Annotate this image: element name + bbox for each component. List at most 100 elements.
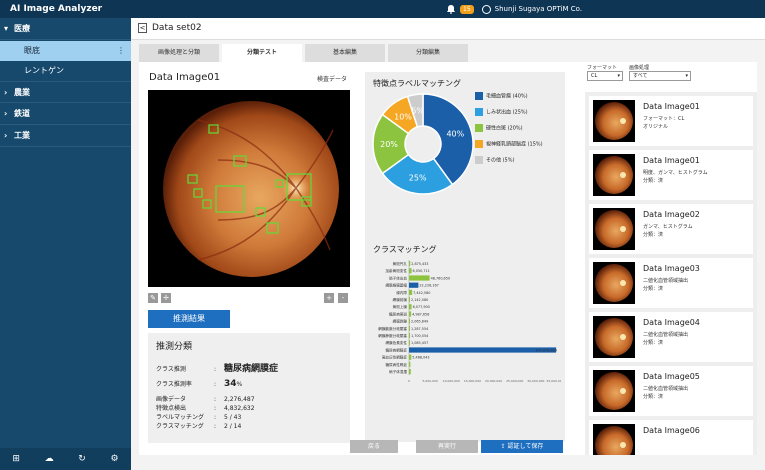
list-item-status: 分類：済 — [643, 232, 664, 238]
list-item[interactable]: Data Image01 フォーマット：CL オリジナル — [589, 96, 753, 146]
sidebar-item-fundus[interactable]: 眼底 ⋮ — [0, 41, 131, 61]
row-feature-detect: 特徴点検出:4,832,632 — [156, 405, 255, 412]
bar-value-label: 347,876,659 — [535, 348, 557, 352]
list-item-status: オリジナル — [643, 124, 669, 130]
x-tick-label: 25,000,000 — [506, 379, 523, 383]
tab-classification-test[interactable]: 分類テスト — [222, 44, 302, 62]
sidebar-toolbar: ⊞ ☁ ↻ ⚙ — [0, 448, 131, 470]
legend-swatch — [475, 108, 483, 116]
list-item[interactable]: Data Image04 二値化血管領域抽出 分類：済 — [589, 312, 753, 362]
chevron-down-icon: ▾ — [685, 73, 688, 79]
back-action-button[interactable]: 戻る — [350, 440, 398, 453]
gear-icon[interactable]: ⚙ — [111, 454, 119, 464]
inference-result-button[interactable]: 推測結果 — [148, 310, 230, 328]
bar-category-label: 網膜動脈分岐閉塞 — [378, 326, 407, 331]
tab-basic-edit[interactable]: 基本編集 — [305, 44, 385, 62]
image-list: Data Image01 フォーマット：CL オリジナル Data Image01 明度… — [585, 92, 757, 455]
tab-class-edit[interactable]: 分類編集 — [388, 44, 468, 62]
tab-bar: 画像処理と分類 分類テスト 基本編集 分類編集 — [139, 44, 468, 62]
x-tick-label: 5,000,000 — [423, 379, 438, 383]
bar — [409, 282, 419, 288]
user-icon[interactable] — [481, 4, 491, 14]
bar-value-label: 7,442,580 — [413, 291, 430, 295]
footer-actions: 戻る 再実行 ⇪ 認証して保存 — [131, 432, 765, 470]
bar-category-label: 網膜静脈分岐閉塞 — [378, 333, 407, 338]
bar-category-label: 硝子体出血 — [389, 275, 407, 280]
thumbnail — [593, 316, 635, 358]
row-class-match: クラスマッチング:2 / 14 — [156, 423, 242, 430]
bar-value-label: 22,226,167 — [419, 284, 438, 288]
inspect-data-link[interactable]: 検査データ — [317, 74, 347, 83]
bar-category-label: 緑内障 — [396, 290, 407, 295]
bar-category-label: 硝子体混濁 — [389, 369, 407, 374]
rerun-button[interactable]: 再実行 — [416, 440, 478, 453]
zoom-in-button[interactable]: + — [324, 293, 334, 303]
bar — [409, 325, 410, 331]
pie-slice-label: 10% — [394, 112, 412, 121]
chevron-down-icon: ▾ — [617, 73, 620, 79]
bar-category-label: 高血圧性網膜症 — [382, 355, 408, 360]
bar-chart: 黄斑円孔 2,875,433 加齢黄斑変性 6,050,711 硝子体出血 48,760,… — [378, 260, 561, 383]
sidebar-category-railway[interactable]: › 鉄道 — [0, 103, 131, 125]
move-icon[interactable]: ✛ — [161, 293, 171, 303]
image-toolbar: ✎ ✛ + - — [148, 293, 350, 305]
inference-title: 推測分類 — [156, 342, 193, 352]
refresh-icon[interactable]: ↻ — [78, 454, 86, 464]
legend-item: 毛細血管瘤 (40%) — [475, 92, 528, 101]
upload-icon: ⇪ — [500, 443, 508, 450]
bar-value-label: 1,085,457 — [411, 341, 428, 345]
back-button[interactable]: < — [138, 23, 147, 33]
bar — [409, 304, 412, 310]
legend-item: しみ状出血 (25%) — [475, 108, 528, 117]
user-name[interactable]: Shunji Sugaya OPTiM Co. — [495, 5, 582, 13]
x-tick-label: 0 — [408, 379, 410, 383]
tab-processing[interactable]: 画像処理と分類 — [139, 44, 219, 62]
bar — [409, 311, 412, 317]
list-item-detail: 二値化血管領域抽出 — [643, 278, 689, 284]
list-item-name: Data Image01 — [643, 156, 700, 165]
chevron-right-icon: › — [4, 88, 8, 97]
process-select[interactable]: すべて ▾ — [629, 71, 691, 81]
image-title: Data Image01 — [149, 72, 221, 83]
bar-value-label: 2,875,433 — [411, 262, 428, 266]
row-class-guess: クラス推測: 糖尿病網膜症 — [156, 364, 279, 374]
add-icon[interactable]: ⊞ — [12, 454, 20, 464]
bar-value-label: 1,700,554 — [411, 334, 428, 338]
pen-icon[interactable]: ✎ — [148, 293, 158, 303]
sidebar: ▾ 医療 眼底 ⋮ レントゲン › 農業 › 鉄道 › 工業 ⊞ ☁ ↻ ⚙ — [0, 18, 131, 470]
list-item-detail: 二値化血管領域抽出 — [643, 332, 689, 338]
x-tick-label: 35,000,000 — [546, 379, 561, 383]
format-filter-label: フォーマット — [587, 65, 618, 71]
list-item[interactable]: Data Image05 二値化血管領域抽出 分類：済 — [589, 366, 753, 416]
bar — [409, 354, 412, 360]
sidebar-category-industry[interactable]: › 工業 — [0, 125, 131, 147]
sidebar-category-medical[interactable]: ▾ 医療 — [0, 18, 131, 40]
charts-panel: 特徴点ラベルマッチング 40% 25% 20% 10% 5% 毛細血管瘤 (40%) し… — [365, 72, 565, 442]
legend-swatch — [475, 156, 483, 164]
format-select[interactable]: CL ▾ — [587, 71, 623, 81]
sidebar-item-xray[interactable]: レントゲン — [0, 61, 131, 81]
list-item[interactable]: Data Image01 明度、ガンマ、ヒストグラム 分類：済 — [589, 150, 753, 200]
list-item[interactable]: Data Image03 二値化血管領域抽出 分類：済 — [589, 258, 753, 308]
kebab-menu-icon[interactable]: ⋮ — [117, 41, 125, 61]
sidebar-category-agriculture[interactable]: › 農業 — [0, 81, 131, 103]
bar-value-label: 1,287,554 — [411, 327, 428, 331]
bell-icon[interactable] — [446, 4, 456, 14]
thumbnail — [593, 100, 635, 142]
list-item-name: Data Image02 — [643, 210, 700, 219]
process-filter-label: 画像処理 — [629, 65, 650, 71]
zoom-out-button[interactable]: - — [338, 293, 348, 303]
dataset-title: Data set02 — [152, 23, 202, 33]
bar-category-label: 黄斑上膜 — [393, 304, 408, 309]
cloud-upload-icon[interactable]: ☁ — [45, 454, 54, 464]
notification-badge[interactable]: 15 — [460, 4, 474, 14]
content-body: Data Image01 検査データ ✎ ✛ + - 推測結果 推測分類 クラス… — [139, 62, 757, 455]
bar-category-label: 網膜剥離 — [393, 319, 408, 324]
list-item-status: 分類：済 — [643, 340, 664, 346]
list-item[interactable]: Data Image02 ガンマ、ヒストグラム 分類：済 — [589, 204, 753, 254]
approve-save-button[interactable]: ⇪ 認証して保存 — [481, 440, 563, 453]
bar-category-label: 網膜色素変性 — [385, 340, 407, 345]
fundus-image-viewer[interactable] — [148, 90, 350, 287]
bar — [409, 318, 410, 324]
list-item-status: 分類：済 — [643, 178, 664, 184]
